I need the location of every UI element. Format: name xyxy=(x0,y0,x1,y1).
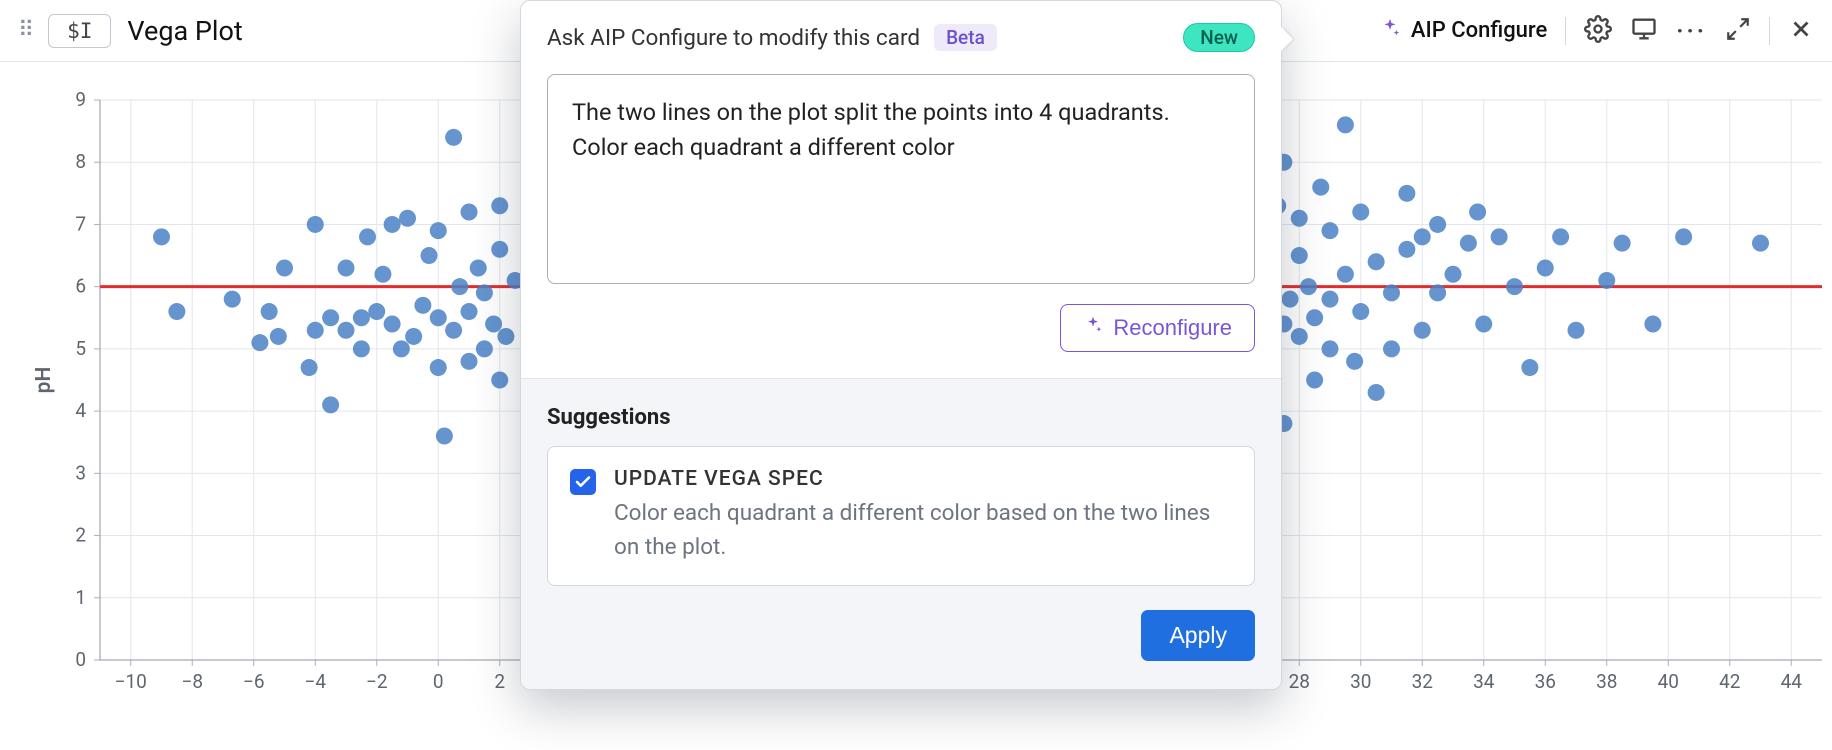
card-title: Vega Plot xyxy=(127,15,242,47)
svg-text:pH: pH xyxy=(32,367,56,394)
suggestion-title: UPDATE VEGA SPEC xyxy=(614,467,1232,491)
suggestion-item[interactable]: UPDATE VEGA SPEC Color each quadrant a d… xyxy=(547,446,1255,586)
close-icon[interactable] xyxy=(1788,16,1814,46)
svg-text:−6: −6 xyxy=(243,670,265,693)
svg-text:38: 38 xyxy=(1596,670,1617,693)
popover-title: Ask AIP Configure to modify this card xyxy=(547,25,920,51)
separator xyxy=(1565,17,1566,45)
svg-text:2: 2 xyxy=(75,524,86,547)
apply-button[interactable]: Apply xyxy=(1141,610,1255,661)
aip-configure-button[interactable]: AIP Configure xyxy=(1379,17,1547,45)
svg-text:3: 3 xyxy=(75,461,86,484)
svg-text:7: 7 xyxy=(75,212,86,235)
svg-text:5: 5 xyxy=(75,337,86,360)
drag-handle-icon[interactable]: ⠿ xyxy=(18,18,32,43)
suggestion-checkbox[interactable] xyxy=(570,469,596,495)
sparkle-icon xyxy=(1083,315,1103,341)
svg-text:8: 8 xyxy=(75,150,86,173)
svg-text:1: 1 xyxy=(75,586,86,609)
svg-text:9: 9 xyxy=(75,88,86,111)
svg-text:2: 2 xyxy=(494,670,505,693)
aip-popover: Ask AIP Configure to modify this card Be… xyxy=(520,0,1282,690)
svg-text:44: 44 xyxy=(1781,670,1803,693)
variable-badge[interactable]: $I xyxy=(48,14,111,48)
svg-text:40: 40 xyxy=(1658,670,1679,693)
present-icon[interactable] xyxy=(1630,15,1658,47)
svg-text:−10: −10 xyxy=(115,670,147,693)
more-icon[interactable]: ··· xyxy=(1676,17,1707,45)
svg-text:0: 0 xyxy=(433,670,444,693)
svg-text:36: 36 xyxy=(1535,670,1556,693)
separator xyxy=(1769,17,1770,45)
sparkle-icon xyxy=(1379,17,1401,45)
svg-text:28: 28 xyxy=(1289,670,1310,693)
beta-badge: Beta xyxy=(934,24,997,51)
svg-text:32: 32 xyxy=(1412,670,1433,693)
reconfigure-button[interactable]: Reconfigure xyxy=(1060,304,1255,352)
reconfigure-label: Reconfigure xyxy=(1113,315,1232,341)
svg-text:−4: −4 xyxy=(304,670,326,693)
svg-text:0: 0 xyxy=(75,648,86,671)
svg-text:34: 34 xyxy=(1473,670,1495,693)
prompt-input[interactable]: The two lines on the plot split the poin… xyxy=(547,74,1255,284)
suggestions-heading: Suggestions xyxy=(547,405,1255,430)
settings-icon[interactable] xyxy=(1584,15,1612,47)
svg-text:6: 6 xyxy=(75,275,86,298)
svg-text:42: 42 xyxy=(1719,670,1740,693)
expand-icon[interactable] xyxy=(1725,16,1751,46)
suggestion-description: Color each quadrant a different color ba… xyxy=(614,497,1232,565)
svg-text:−8: −8 xyxy=(181,670,203,693)
svg-text:30: 30 xyxy=(1350,670,1371,693)
svg-text:−2: −2 xyxy=(366,670,388,693)
svg-text:4: 4 xyxy=(75,399,86,422)
aip-configure-label: AIP Configure xyxy=(1411,18,1547,43)
new-badge: New xyxy=(1183,23,1255,52)
